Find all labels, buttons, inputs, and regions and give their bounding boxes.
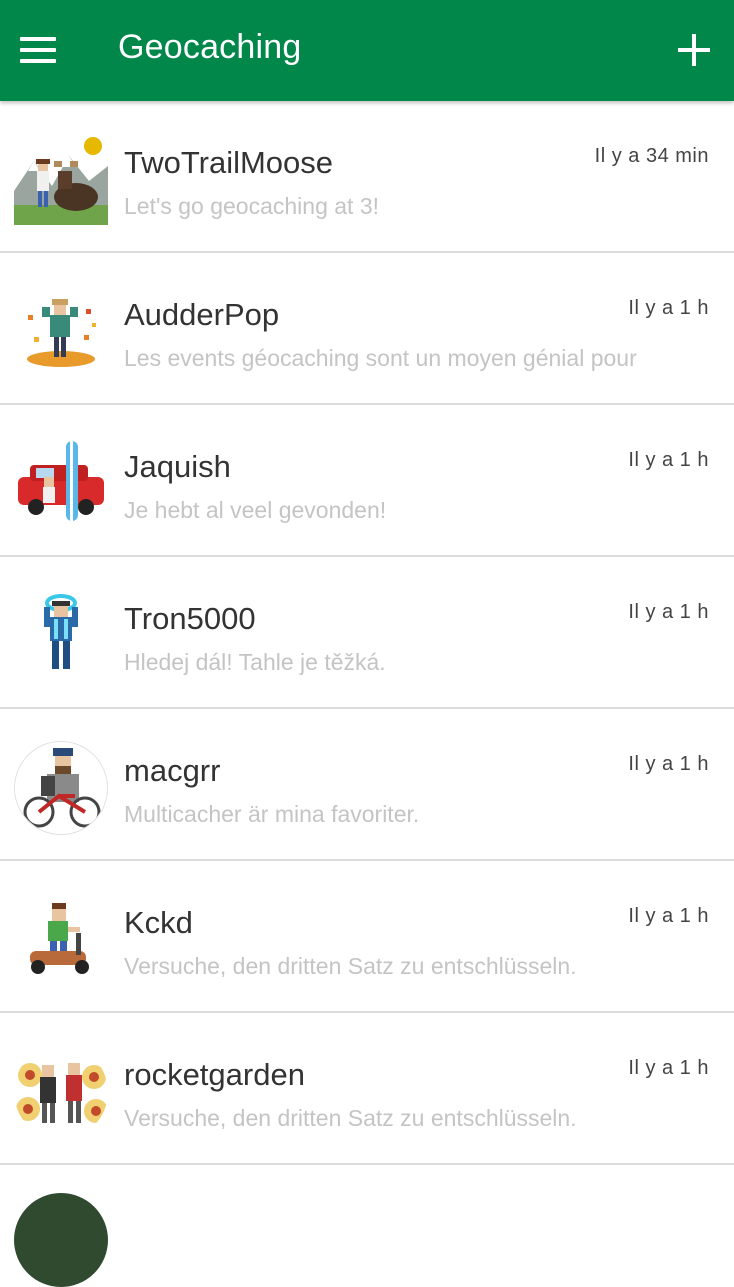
contact-name: Tron5000 bbox=[124, 601, 256, 636]
message-time: Il y a 1 h bbox=[628, 905, 709, 927]
plus-icon bbox=[678, 34, 710, 66]
app-title: Geocaching bbox=[118, 28, 302, 66]
message-preview: Versuche, den dritten Satz zu entschlüss… bbox=[124, 953, 577, 979]
message-time: Il y a 34 min bbox=[594, 145, 709, 167]
bike-avatar bbox=[14, 741, 108, 835]
contact-name: rocketgarden bbox=[124, 1057, 305, 1092]
message-preview: Multicacher är mina favoriter. bbox=[124, 801, 420, 827]
message-preview: Versuche, den dritten Satz zu entschlüss… bbox=[124, 1105, 577, 1131]
conversation-row[interactable]: Kckd Versuche, den dritten Satz zu entsc… bbox=[0, 861, 734, 1013]
conversation-row[interactable]: AudderPop Les events géocaching sont un … bbox=[0, 253, 734, 405]
autumn-avatar bbox=[14, 285, 108, 379]
conversation-row-partial[interactable] bbox=[0, 1165, 734, 1287]
scooter-avatar bbox=[14, 893, 108, 987]
contact-name: Jaquish bbox=[124, 449, 231, 484]
conversation-row[interactable]: Jaquish Je hebt al veel gevonden! Il y a… bbox=[0, 405, 734, 557]
unread-indicator bbox=[84, 137, 102, 155]
avatar bbox=[14, 1193, 108, 1287]
contact-name: TwoTrailMoose bbox=[124, 145, 334, 180]
message-time: Il y a 1 h bbox=[628, 601, 709, 623]
contact-name: macgrr bbox=[124, 753, 221, 788]
add-conversation-button[interactable] bbox=[666, 22, 722, 78]
conversation-list: TwoTrailMoose Let's go geocaching at 3! … bbox=[0, 101, 734, 1287]
message-time: Il y a 1 h bbox=[628, 449, 709, 471]
message-time: Il y a 1 h bbox=[628, 753, 709, 775]
message-preview: Je hebt al veel gevonden! bbox=[124, 497, 387, 523]
conversation-row[interactable]: Tron5000 Hledej dál! Tahle je těžká. Il … bbox=[0, 557, 734, 709]
conversation-row[interactable]: macgrr Multicacher är mina favoriter. Il… bbox=[0, 709, 734, 861]
app-bar: Geocaching bbox=[0, 0, 734, 101]
contact-name: Kckd bbox=[124, 905, 193, 940]
car-surfboard-avatar bbox=[14, 437, 108, 531]
menu-button[interactable] bbox=[10, 22, 66, 78]
message-preview: Let's go geocaching at 3! bbox=[124, 193, 380, 219]
hamburger-menu-icon bbox=[20, 37, 56, 63]
message-time: Il y a 1 h bbox=[628, 1057, 709, 1079]
flowers-avatar bbox=[14, 1045, 108, 1139]
conversation-row[interactable]: TwoTrailMoose Let's go geocaching at 3! … bbox=[0, 101, 734, 253]
contact-name: AudderPop bbox=[124, 297, 280, 332]
tron-avatar bbox=[14, 589, 108, 683]
message-time: Il y a 1 h bbox=[628, 297, 709, 319]
message-preview: Hledej dál! Tahle je těžká. bbox=[124, 649, 386, 675]
message-preview: Les events géocaching sont un moyen géni… bbox=[124, 345, 637, 371]
conversation-row[interactable]: rocketgarden Versuche, den dritten Satz … bbox=[0, 1013, 734, 1165]
